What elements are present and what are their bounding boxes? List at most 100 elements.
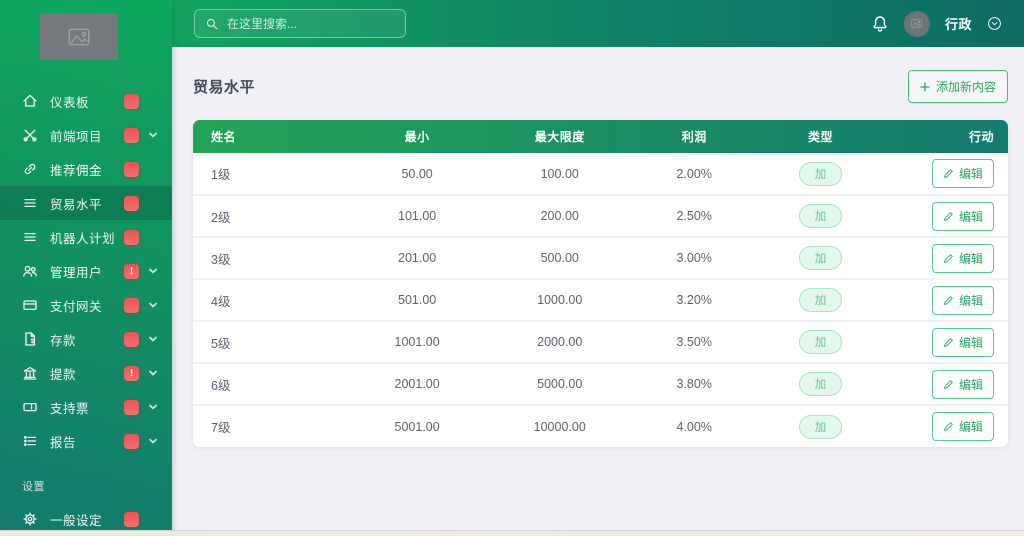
sidebar-item-robot-plan[interactable]: 机器人计划 bbox=[0, 220, 172, 254]
sidebar-item-frontend-project[interactable]: 前端项目 bbox=[0, 118, 172, 152]
search-icon bbox=[205, 17, 219, 31]
table-row: 7级 5001.00 10000.00 4.00% 加 编辑 bbox=[193, 405, 1008, 447]
alert-badge bbox=[124, 400, 139, 415]
chevron-down-icon bbox=[148, 198, 158, 208]
add-new-button-label: 添加新内容 bbox=[936, 78, 996, 95]
max-cell: 10000.00 bbox=[486, 405, 633, 447]
svg-text:$: $ bbox=[31, 338, 35, 345]
column-header: 行动 bbox=[886, 120, 1008, 153]
edit-button-label: 编辑 bbox=[959, 250, 983, 267]
chevron-down-icon bbox=[148, 334, 158, 344]
table-row: 5级 1001.00 2000.00 3.50% 加 编辑 bbox=[193, 321, 1008, 363]
edit-button-label: 编辑 bbox=[959, 208, 983, 225]
avatar[interactable] bbox=[904, 11, 930, 37]
sidebar-item-dashboard[interactable]: 仪表板 bbox=[0, 84, 172, 118]
content-header: 贸易水平 添加新内容 bbox=[172, 47, 1024, 120]
edit-button-label: 编辑 bbox=[959, 418, 983, 435]
sidebar-item-payment-gateway[interactable]: 支付网关 bbox=[0, 288, 172, 322]
pencil-icon bbox=[943, 421, 954, 432]
profit-cell: 3.00% bbox=[633, 237, 755, 279]
column-header: 类型 bbox=[755, 120, 885, 153]
tools-icon bbox=[22, 127, 38, 143]
sidebar-item-referral-commission[interactable]: 推荐佣金 bbox=[0, 152, 172, 186]
action-cell: 编辑 bbox=[886, 405, 1008, 447]
edit-button[interactable]: 编辑 bbox=[932, 286, 994, 315]
menu-lines-icon bbox=[22, 229, 38, 245]
type-cell: 加 bbox=[755, 363, 885, 405]
action-cell: 编辑 bbox=[886, 153, 1008, 195]
chevron-down-icon bbox=[148, 96, 158, 106]
profit-cell: 3.20% bbox=[633, 279, 755, 321]
edit-button-label: 编辑 bbox=[959, 376, 983, 393]
trade-levels-table: 姓名最小最大限度利润类型行动 1级 50.00 100.00 2.00% 加 编… bbox=[193, 120, 1008, 447]
max-cell: 100.00 bbox=[486, 153, 633, 195]
alert-badge: ! bbox=[124, 264, 139, 279]
action-cell: 编辑 bbox=[886, 363, 1008, 405]
ticket-icon bbox=[22, 399, 38, 415]
profit-cell: 4.00% bbox=[633, 405, 755, 447]
type-cell: 加 bbox=[755, 237, 885, 279]
app-logo[interactable] bbox=[40, 13, 118, 60]
type-cell: 加 bbox=[755, 153, 885, 195]
edit-button[interactable]: 编辑 bbox=[932, 202, 994, 231]
edit-button[interactable]: 编辑 bbox=[932, 370, 994, 399]
pencil-icon bbox=[943, 295, 954, 306]
type-cell: 加 bbox=[755, 195, 885, 237]
user-name[interactable]: 行政 bbox=[945, 14, 972, 33]
plus-icon bbox=[920, 82, 930, 92]
sidebar-item-deposits[interactable]: $ 存款 bbox=[0, 322, 172, 356]
max-cell: 1000.00 bbox=[486, 279, 633, 321]
page-title: 贸易水平 bbox=[193, 76, 255, 97]
alert-badge bbox=[124, 196, 139, 211]
max-cell: 2000.00 bbox=[486, 321, 633, 363]
search-box bbox=[194, 9, 406, 38]
action-cell: 编辑 bbox=[886, 237, 1008, 279]
pencil-icon bbox=[943, 379, 954, 390]
sidebar-section-label: 设置 bbox=[0, 458, 172, 502]
type-badge: 加 bbox=[799, 372, 843, 396]
action-cell: 编辑 bbox=[886, 321, 1008, 363]
add-new-button[interactable]: 添加新内容 bbox=[908, 70, 1008, 103]
edit-button-label: 编辑 bbox=[959, 334, 983, 351]
alert-badge bbox=[124, 512, 139, 527]
main-column: 行政 贸易水平 添加新内容 姓名最小最大限度利润类型行动 bbox=[172, 0, 1024, 536]
min-cell: 1001.00 bbox=[348, 321, 487, 363]
bell-icon[interactable] bbox=[871, 15, 889, 33]
type-badge: 加 bbox=[799, 415, 843, 439]
search-input[interactable] bbox=[227, 17, 395, 31]
chevron-down-icon bbox=[148, 402, 158, 412]
sidebar-item-trade-level[interactable]: 贸易水平 bbox=[0, 186, 172, 220]
sidebar-item-reports[interactable]: 报告 bbox=[0, 424, 172, 458]
menu-lines-icon bbox=[22, 195, 38, 211]
chevron-down-icon bbox=[148, 436, 158, 446]
chevron-down-circle-icon[interactable] bbox=[987, 16, 1002, 31]
profit-cell: 2.50% bbox=[633, 195, 755, 237]
alert-badge bbox=[124, 434, 139, 449]
edit-button[interactable]: 编辑 bbox=[932, 159, 994, 188]
sidebar-item-withdrawals[interactable]: 提款 ! bbox=[0, 356, 172, 390]
credit-card-icon bbox=[22, 297, 38, 313]
name-cell: 5级 bbox=[193, 321, 348, 363]
sidebar-item-manage-users[interactable]: 管理用户 ! bbox=[0, 254, 172, 288]
name-cell: 7级 bbox=[193, 405, 348, 447]
table-row: 3级 201.00 500.00 3.00% 加 编辑 bbox=[193, 237, 1008, 279]
edit-button[interactable]: 编辑 bbox=[932, 244, 994, 273]
link-icon bbox=[22, 161, 38, 177]
alert-badge bbox=[124, 332, 139, 347]
users-icon bbox=[22, 263, 38, 279]
column-header: 最大限度 bbox=[486, 120, 633, 153]
type-badge: 加 bbox=[799, 246, 843, 270]
table-row: 1级 50.00 100.00 2.00% 加 编辑 bbox=[193, 153, 1008, 195]
alert-badge bbox=[124, 162, 139, 177]
pencil-icon bbox=[943, 211, 954, 222]
edit-button[interactable]: 编辑 bbox=[932, 412, 994, 441]
edit-button-label: 编辑 bbox=[959, 165, 983, 182]
image-placeholder-icon bbox=[910, 17, 923, 30]
app-window: 仪表板 前端项目 推荐佣金 贸易水平 机器人计划 管理用户 ! 支付网关 bbox=[0, 0, 1024, 536]
chevron-down-icon bbox=[148, 300, 158, 310]
min-cell: 201.00 bbox=[348, 237, 487, 279]
sidebar-menu: 仪表板 前端项目 推荐佣金 贸易水平 机器人计划 管理用户 ! 支付网关 bbox=[0, 84, 172, 458]
sidebar-item-support-tickets[interactable]: 支持票 bbox=[0, 390, 172, 424]
chevron-down-icon bbox=[148, 164, 158, 174]
edit-button[interactable]: 编辑 bbox=[932, 328, 994, 357]
